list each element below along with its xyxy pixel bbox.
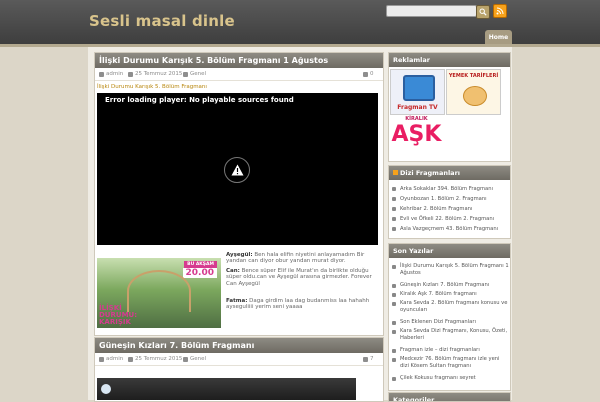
search-input[interactable] <box>386 5 477 17</box>
dialogue-line: Can: Bence süper Elif ile Murat'ın da bi… <box>226 268 372 287</box>
bullet-icon <box>392 187 396 191</box>
ad-kiralik-ask[interactable]: KİRALIK AŞK <box>390 116 443 156</box>
widget-title: Son Yazılar <box>389 244 510 258</box>
post-meta: admin 25 Temmuz 2015 Genel 7 <box>95 353 383 366</box>
widget-son-yazilar: Son Yazılar İlişki Durumu Karışık 5. Böl… <box>388 243 511 391</box>
bullet-icon <box>392 284 396 288</box>
date-label: 25 Temmuz 2015 <box>135 356 183 362</box>
list-item[interactable]: Çilek Kokusu fragmanı seyret <box>400 375 510 382</box>
list-item[interactable]: Evli ve Öfkeli 22. Bölüm 2. Fragmanı <box>400 216 510 223</box>
list-item[interactable]: Kara Sevda 2. Bölüm fragmanı konusu ve o… <box>400 300 510 313</box>
site-title[interactable]: Sesli masal dinle <box>89 12 235 30</box>
bullet-icon <box>392 227 396 231</box>
post-image[interactable] <box>97 378 356 400</box>
author-label: admin <box>106 71 124 77</box>
user-icon <box>99 356 104 362</box>
author-label: admin <box>106 356 124 362</box>
bullet-icon <box>392 293 396 297</box>
list-item[interactable]: Asla Vazgeçmem 43. Bölüm Fragmanı <box>400 226 510 233</box>
rss-icon <box>393 170 398 175</box>
user-icon <box>99 71 104 77</box>
rss-feed-button[interactable] <box>493 4 507 18</box>
widget-kategoriler: Kategoriler <box>388 392 511 402</box>
promo-logo: İLİŞKİ DURUMU: KARIŞIK <box>99 304 138 326</box>
channel-logo-icon <box>101 384 111 394</box>
category-label: Genel <box>190 356 207 362</box>
list-item[interactable]: Kara Sevda Dizi Fragmanı, Konusu, Özeti,… <box>400 328 510 341</box>
ad-label: Fragman TV <box>397 104 438 111</box>
post-date: 25 Temmuz 2015 <box>128 71 182 77</box>
bullet-icon <box>392 349 396 353</box>
bullet-icon <box>392 330 396 334</box>
widget-dizi-fragmanlari: Dizi Fragmanları Arka Sokaklar 394. Bölü… <box>388 165 511 239</box>
bullet-icon <box>392 358 396 362</box>
post-category[interactable]: Genel <box>183 356 206 362</box>
folder-icon <box>183 71 188 77</box>
post-link[interactable]: İlişki Durumu Karışık 5. Bölüm Fragmanı <box>97 84 207 90</box>
nav-home-tab[interactable]: Home <box>485 30 512 44</box>
bullet-icon <box>392 321 396 325</box>
list-item[interactable]: Kiralık Aşk 7. Bölüm fragmanı <box>400 291 510 298</box>
ad-label-main: AŞK <box>391 122 442 147</box>
post-author[interactable]: admin <box>99 356 123 362</box>
folder-icon <box>183 356 188 362</box>
bullet-icon <box>392 265 396 269</box>
video-error-text: Error loading player: No playable source… <box>105 96 294 104</box>
list-item[interactable]: Oyunbozan 1. Bölüm 2. Fragmanı <box>400 196 510 203</box>
rss-icon <box>496 7 504 15</box>
bullet-icon <box>392 377 396 381</box>
post-thumbnail[interactable]: BU AKŞAM 20.00 İLİŞKİ DURUMU: KARIŞIK <box>97 258 221 328</box>
date-label: 25 Temmuz 2015 <box>135 71 183 77</box>
list-item[interactable]: Arka Sokaklar 394. Bölüm Fragmanı <box>400 186 510 193</box>
post-category[interactable]: Genel <box>183 71 206 77</box>
comment-icon <box>363 356 368 362</box>
post-comments[interactable]: 0 <box>363 71 374 77</box>
bullet-icon <box>392 207 396 211</box>
ad-yemek-tarifleri[interactable]: YEMEK TARİFLERİ <box>446 69 501 115</box>
post-date: 25 Temmuz 2015 <box>128 356 182 362</box>
list-item[interactable]: Güneşin Kızları 7. Bölüm Fragmanı <box>400 282 510 289</box>
list-item[interactable]: Fragman izle – dizi fragmanları <box>400 347 510 354</box>
dialogue-line: Fatma: Daga girdim laa dag budanmiss laa… <box>226 298 370 311</box>
search-icon <box>479 8 487 16</box>
widget-title: Reklamlar <box>389 53 510 67</box>
category-label: Genel <box>190 71 207 77</box>
post-comments[interactable]: 7 <box>363 356 374 362</box>
comments-count: 7 <box>370 356 374 362</box>
comments-count: 0 <box>370 71 374 77</box>
ad-label: YEMEK TARİFLERİ <box>448 73 499 79</box>
dialogue-line: Ayşegül: Ben hala elifin niyetini anlaya… <box>226 252 365 265</box>
post-title[interactable]: Güneşin Kızları 7. Bölüm Fragmanı <box>95 338 383 353</box>
post-title[interactable]: İlişki Durumu Karışık 5. Bölüm Fragmanı … <box>95 53 383 68</box>
chef-icon <box>463 86 487 106</box>
bullet-icon <box>392 217 396 221</box>
post-author[interactable]: admin <box>99 71 123 77</box>
widget-title: Dizi Fragmanları <box>389 166 510 180</box>
calendar-icon <box>128 356 133 362</box>
bullet-icon <box>392 197 396 201</box>
ad-fragman-tv[interactable]: Fragman TV <box>390 69 445 115</box>
list-item[interactable]: Kehribar 2. Bölüm Fragmanı <box>400 206 510 213</box>
calendar-icon <box>128 71 133 77</box>
widget-title: Kategoriler <box>389 393 510 401</box>
site-header: Sesli masal dinle Home <box>0 0 600 44</box>
comment-icon <box>363 71 368 77</box>
promo-badge-time: 20.00 <box>182 268 217 278</box>
bullet-icon <box>392 302 396 306</box>
video-player[interactable]: Error loading player: No playable source… <box>97 93 378 245</box>
list-item[interactable]: Son Eklenen Dizi Fragmanları <box>400 319 510 326</box>
search-button[interactable] <box>476 5 490 19</box>
warning-icon <box>224 157 250 183</box>
list-item[interactable]: Medcezir 76. Bölüm fragmanı izle yeni di… <box>400 356 510 369</box>
list-item[interactable]: İlişki Durumu Karışık 5. Bölüm Fragmanı … <box>400 263 510 276</box>
tv-icon <box>403 75 435 101</box>
post-meta: admin 25 Temmuz 2015 Genel 0 <box>95 68 383 81</box>
promo-badge-top: BU AKŞAM <box>184 261 217 268</box>
